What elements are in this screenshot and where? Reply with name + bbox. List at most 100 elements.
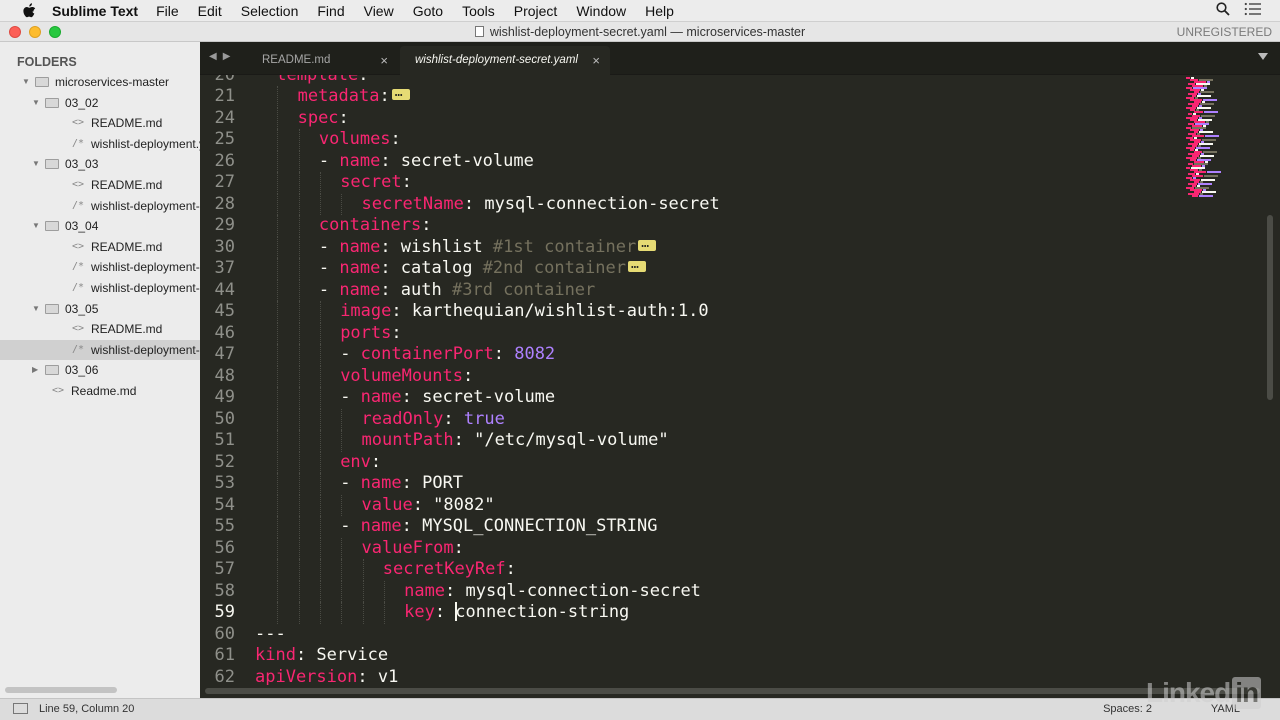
sidebar-file[interactable]: <> README.md — [0, 237, 200, 257]
file-label: README.md — [91, 322, 163, 337]
apple-logo-icon[interactable] — [20, 2, 38, 20]
code-line[interactable]: 55 - name: MYSQL_CONNECTION_STRING — [200, 516, 1180, 538]
code-line[interactable]: 24 spec: — [200, 107, 1180, 130]
code-line[interactable]: 53 - name: PORT — [200, 473, 1180, 495]
code-line[interactable]: 54 value: "8082" — [200, 494, 1180, 516]
sidebar-file[interactable]: /* wishlist-deployment-configmap.yaml — [0, 257, 200, 277]
yaml-file-icon: /* — [72, 261, 85, 273]
close-tab-icon[interactable]: × — [592, 46, 600, 75]
menu-view[interactable]: View — [364, 3, 394, 19]
yaml-value: : "/etc/mysql-volume" — [453, 430, 669, 450]
code-line[interactable]: 49 - name: secret-volume — [200, 387, 1180, 409]
sidebar-folder[interactable]: ▼ 03_05 — [0, 299, 200, 319]
code-line[interactable]: 58 name: mysql-connection-secret — [200, 580, 1180, 602]
sidebar-file[interactable]: /* wishlist-deployment.yaml — [0, 134, 200, 154]
yaml-value: - — [318, 150, 340, 171]
folder-expanded-arrow-icon[interactable]: ▼ — [32, 216, 40, 236]
folded-region-icon[interactable] — [627, 254, 646, 276]
sidebar-file[interactable]: <> README.md — [0, 175, 200, 195]
spotlight-search-icon[interactable] — [1216, 2, 1230, 19]
folder-collapsed-arrow-icon[interactable]: ▶ — [32, 360, 38, 380]
menu-edit[interactable]: Edit — [198, 3, 222, 19]
folder-expanded-arrow-icon[interactable]: ▼ — [32, 299, 40, 319]
sidebar-folder[interactable]: ▼ 03_04 — [0, 216, 200, 236]
sidebar-folder[interactable]: ▶ 03_06 — [0, 360, 200, 380]
sidebar-file[interactable]: /* wishlist-deployment-alternate.yaml — [0, 196, 200, 216]
tab-navigation-arrows-icon[interactable]: ◀▶ — [209, 51, 236, 62]
tab-readme[interactable]: README.md × — [240, 46, 398, 75]
code-line[interactable]: 29 containers: — [200, 215, 1180, 237]
code-line[interactable]: 59 key: connection-string — [200, 602, 1180, 624]
minimap-line — [1201, 179, 1215, 181]
sidebar-scrollbar-thumb[interactable] — [5, 687, 117, 693]
folder-label: 03_04 — [65, 219, 99, 234]
code-line[interactable]: 44 - name: auth #3rd container — [200, 279, 1180, 301]
line-number: 54 — [214, 494, 235, 515]
folder-expanded-arrow-icon[interactable]: ▼ — [32, 93, 40, 113]
indent-guide — [277, 537, 279, 559]
toggle-panel-icon[interactable] — [13, 703, 28, 714]
sidebar-folder[interactable]: ▼ microservices-master — [0, 72, 200, 92]
code-line[interactable]: 37 - name: catalog #2nd container — [200, 254, 1180, 280]
code-line[interactable]: 28 secretName: mysql-connection-secret — [200, 193, 1180, 215]
code-text: - name: PORT — [340, 473, 463, 495]
folder-expanded-arrow-icon[interactable]: ▼ — [22, 72, 30, 92]
close-tab-icon[interactable]: × — [380, 46, 388, 75]
minimap-line — [1200, 103, 1214, 105]
yaml-key: name — [339, 258, 381, 278]
menu-file[interactable]: File — [156, 3, 179, 19]
sidebar-folder[interactable]: ▼ 03_02 — [0, 93, 200, 113]
code-line[interactable]: 27 secret: — [200, 172, 1180, 194]
notification-center-icon[interactable] — [1244, 2, 1262, 19]
editor-horizontal-scrollbar[interactable] — [200, 685, 1280, 698]
menu-window[interactable]: Window — [576, 3, 626, 19]
menu-project[interactable]: Project — [514, 3, 558, 19]
minimap[interactable] — [1180, 75, 1262, 685]
tab-wishlist-deployment-secret[interactable]: wishlist-deployment-secret.yaml × — [400, 46, 610, 75]
code-line[interactable]: 50 readOnly: true — [200, 408, 1180, 430]
code-editor[interactable]: 20template:21metadata:24spec:25volumes:2… — [200, 75, 1180, 685]
sidebar-file[interactable]: <> README.md — [0, 319, 200, 339]
sidebar-file[interactable]: /* wishlist-deployment-configmap-env.yaml — [0, 278, 200, 298]
code-line[interactable]: 62 apiVersion: v1 — [200, 667, 1180, 686]
code-line[interactable]: 48 volumeMounts: — [200, 365, 1180, 387]
menu-goto[interactable]: Goto — [413, 3, 443, 19]
code-line[interactable]: 57 secretKeyRef: — [200, 559, 1180, 581]
app-menu-sublime[interactable]: Sublime Text — [52, 3, 138, 19]
tab-list-dropdown-icon[interactable] — [1258, 53, 1268, 60]
code-line[interactable]: 20 template: — [200, 75, 1180, 86]
sidebar-horizontal-scrollbar[interactable] — [0, 683, 200, 698]
code-line[interactable]: 61 kind: Service — [200, 645, 1180, 667]
code-line[interactable]: 60 --- — [200, 624, 1180, 646]
code-line[interactable]: 21 metadata: — [200, 82, 1180, 108]
horizontal-scrollbar-thumb[interactable] — [205, 688, 1260, 694]
code-line[interactable]: 56 valueFrom: — [200, 537, 1180, 559]
menu-tools[interactable]: Tools — [462, 3, 495, 19]
line-number: 20 — [200, 75, 235, 86]
code-text: spec: — [298, 108, 349, 130]
yaml-key: name — [339, 279, 381, 300]
code-line[interactable]: 25 volumes: — [200, 129, 1180, 151]
code-line[interactable]: 26 - name: secret-volume — [200, 150, 1180, 172]
editor-vertical-scrollbar[interactable] — [1265, 75, 1275, 685]
folded-region-icon[interactable] — [391, 82, 410, 104]
menu-selection[interactable]: Selection — [241, 3, 299, 19]
code-line[interactable]: 46 ports: — [200, 322, 1180, 344]
sidebar-file[interactable]: /* wishlist-deployment-secret.yaml — [0, 339, 200, 360]
code-line[interactable]: 30 - name: wishlist #1st container — [200, 233, 1180, 258]
menu-find[interactable]: Find — [317, 3, 344, 19]
sidebar-file[interactable]: <> README.md — [0, 113, 200, 133]
vertical-scrollbar-thumb[interactable] — [1267, 215, 1273, 400]
sidebar-folder[interactable]: ▼ 03_03 — [0, 154, 200, 174]
indentation-setting[interactable]: Spaces: 2 — [1103, 703, 1152, 715]
yaml-value: connection-string — [455, 602, 630, 622]
sidebar-file[interactable]: <> Readme.md — [0, 381, 200, 401]
code-line[interactable]: 52 env: — [200, 451, 1180, 473]
folded-region-icon[interactable] — [638, 233, 657, 254]
folder-expanded-arrow-icon[interactable]: ▼ — [32, 154, 40, 174]
code-line[interactable]: 47 - containerPort: 8082 — [200, 344, 1180, 366]
menu-help[interactable]: Help — [645, 3, 674, 19]
code-line[interactable]: 45 image: karthequian/wishlist-auth:1.0 — [200, 301, 1180, 323]
line-number: 25 — [214, 129, 235, 149]
code-line[interactable]: 51 mountPath: "/etc/mysql-volume" — [200, 430, 1180, 452]
